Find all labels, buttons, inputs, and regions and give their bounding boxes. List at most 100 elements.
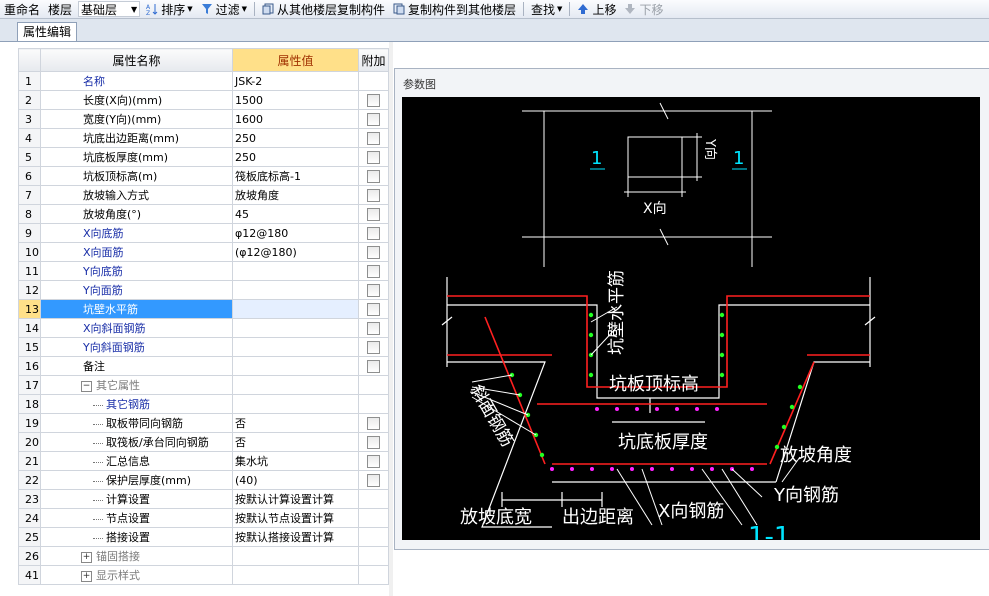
property-name[interactable]: 放坡角度(°) <box>40 204 233 224</box>
table-row[interactable]: 41 + 显示样式 <box>18 565 389 585</box>
table-row[interactable]: 24 节点设置 按默认节点设置计算 <box>18 508 389 528</box>
attach-checkbox[interactable] <box>367 454 380 468</box>
attach-checkbox[interactable] <box>367 340 380 354</box>
property-value[interactable]: φ12@180 <box>232 223 359 243</box>
attach-checkbox[interactable] <box>367 302 380 316</box>
property-value[interactable] <box>232 318 359 338</box>
property-name[interactable]: Y向面筋 <box>40 280 233 300</box>
move-down-button[interactable]: 下移 <box>620 0 667 18</box>
table-row[interactable]: 7 放坡输入方式 放坡角度 <box>18 185 389 205</box>
table-row[interactable]: 19 取板带同向钢筋 否 <box>18 413 389 433</box>
expand-icon[interactable]: + <box>81 551 92 563</box>
table-row[interactable]: 21 汇总信息 集水坑 <box>18 451 389 471</box>
table-row[interactable]: 5 坑底板厚度(mm) 250 <box>18 147 389 167</box>
attach-checkbox[interactable] <box>367 226 380 240</box>
table-row[interactable]: 11 Y向底筋 <box>18 261 389 281</box>
table-row[interactable]: 8 放坡角度(°) 45 <box>18 204 389 224</box>
property-value[interactable]: 集水坑 <box>232 451 359 471</box>
property-name[interactable]: 坑底板厚度(mm) <box>40 147 233 167</box>
grid-header-attach[interactable]: 附加 <box>358 48 389 72</box>
attach-checkbox[interactable] <box>367 473 380 487</box>
property-value[interactable] <box>232 280 359 300</box>
attach-checkbox[interactable] <box>367 283 380 297</box>
table-row[interactable]: 1 名称 JSK-2 <box>18 71 389 91</box>
property-name[interactable]: X向斜面钢筋 <box>40 318 233 338</box>
property-name[interactable]: 坑壁水平筋 <box>40 299 233 319</box>
property-value[interactable] <box>232 261 359 281</box>
property-name[interactable]: X向面筋 <box>40 242 233 262</box>
copy-to-floor-button[interactable]: 复制构件到其他楼层 <box>389 0 520 18</box>
table-row[interactable]: 6 坑板顶标高(m) 筏板底标高-1 <box>18 166 389 186</box>
property-name[interactable]: 长度(X向)(mm) <box>40 90 233 110</box>
property-name[interactable]: 节点设置 <box>40 508 233 528</box>
table-row[interactable]: 14 X向斜面钢筋 <box>18 318 389 338</box>
property-value[interactable]: 45 <box>232 204 359 224</box>
property-name[interactable]: 坑板顶标高(m) <box>40 166 233 186</box>
property-value[interactable] <box>232 546 359 566</box>
panel-splitter[interactable] <box>389 42 393 596</box>
table-row[interactable]: 16 备注 <box>18 356 389 376</box>
property-name[interactable]: 坑底出边距离(mm) <box>40 128 233 148</box>
attach-checkbox[interactable] <box>367 169 380 183</box>
property-name[interactable]: 计算设置 <box>40 489 233 509</box>
table-row[interactable]: 13 坑壁水平筋 <box>18 299 389 319</box>
grid-header-value[interactable]: 属性值 <box>232 48 359 72</box>
property-value[interactable] <box>232 394 359 414</box>
property-value[interactable]: 1500 <box>232 90 359 110</box>
attach-checkbox[interactable] <box>367 207 380 221</box>
property-value[interactable]: JSK-2 <box>232 71 359 91</box>
property-value[interactable] <box>232 565 359 585</box>
property-value[interactable]: 放坡角度 <box>232 185 359 205</box>
table-row[interactable]: 20 取筏板/承台同向钢筋 否 <box>18 432 389 452</box>
property-name[interactable]: Y向斜面钢筋 <box>40 337 233 357</box>
attach-checkbox[interactable] <box>367 93 380 107</box>
filter-button[interactable]: 过滤 ▼ <box>197 0 251 18</box>
tab-property-edit[interactable]: 属性编辑 <box>17 22 78 41</box>
property-value[interactable]: 250 <box>232 147 359 167</box>
attach-checkbox[interactable] <box>367 150 380 164</box>
attach-checkbox[interactable] <box>367 245 380 259</box>
table-row[interactable]: 3 宽度(Y向)(mm) 1600 <box>18 109 389 129</box>
attach-checkbox[interactable] <box>367 131 380 145</box>
property-value[interactable] <box>232 375 359 395</box>
property-name[interactable]: 宽度(Y向)(mm) <box>40 109 233 129</box>
property-name[interactable]: Y向底筋 <box>40 261 233 281</box>
property-name[interactable]: − 其它属性 <box>40 375 233 395</box>
copy-from-floor-button[interactable]: 从其他楼层复制构件 <box>258 0 389 18</box>
table-row[interactable]: 18 其它钢筋 <box>18 394 389 414</box>
table-row[interactable]: 23 计算设置 按默认计算设置计算 <box>18 489 389 509</box>
property-value[interactable] <box>232 356 359 376</box>
property-name[interactable]: 取板带同向钢筋 <box>40 413 233 433</box>
attach-checkbox[interactable] <box>367 112 380 126</box>
property-value[interactable]: 按默认搭接设置计算 <box>232 527 359 547</box>
expand-icon[interactable]: + <box>81 570 92 582</box>
move-up-button[interactable]: 上移 <box>573 0 620 18</box>
collapse-icon[interactable]: − <box>81 380 92 392</box>
table-row[interactable]: 26 + 锚固搭接 <box>18 546 389 566</box>
property-name[interactable]: 汇总信息 <box>40 451 233 471</box>
table-row[interactable]: 2 长度(X向)(mm) 1500 <box>18 90 389 110</box>
property-name[interactable]: + 锚固搭接 <box>40 546 233 566</box>
table-row[interactable]: 10 X向面筋 (φ12@180) <box>18 242 389 262</box>
attach-checkbox[interactable] <box>367 435 380 449</box>
find-button[interactable]: 查找 ▼ <box>527 0 566 18</box>
sort-button[interactable]: AZ 排序 ▼ <box>142 0 196 18</box>
attach-checkbox[interactable] <box>367 188 380 202</box>
grid-header-name[interactable]: 属性名称 <box>40 48 233 72</box>
property-value[interactable]: (φ12@180) <box>232 242 359 262</box>
table-row[interactable]: 25 搭接设置 按默认搭接设置计算 <box>18 527 389 547</box>
attach-checkbox[interactable] <box>367 321 380 335</box>
property-value[interactable] <box>232 299 359 319</box>
property-name[interactable]: X向底筋 <box>40 223 233 243</box>
attach-checkbox[interactable] <box>367 416 380 430</box>
table-row[interactable]: 12 Y向面筋 <box>18 280 389 300</box>
property-name[interactable]: 取筏板/承台同向钢筋 <box>40 432 233 452</box>
property-value[interactable]: 按默认节点设置计算 <box>232 508 359 528</box>
property-value[interactable]: 否 <box>232 432 359 452</box>
floor-select[interactable]: 基础层 ▼ <box>78 1 141 17</box>
property-name[interactable]: 搭接设置 <box>40 527 233 547</box>
property-value[interactable]: 1600 <box>232 109 359 129</box>
property-value[interactable]: 按默认计算设置计算 <box>232 489 359 509</box>
table-row[interactable]: 4 坑底出边距离(mm) 250 <box>18 128 389 148</box>
table-row[interactable]: 9 X向底筋 φ12@180 <box>18 223 389 243</box>
